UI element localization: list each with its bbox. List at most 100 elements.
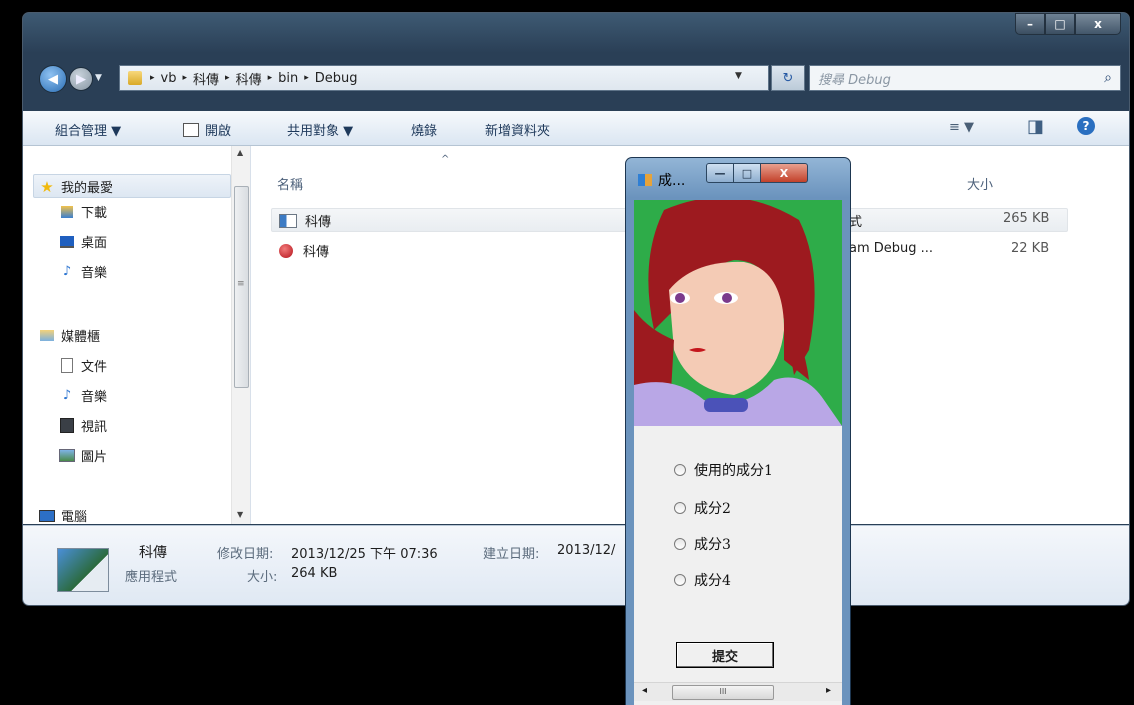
details-file-type: 應用程式 bbox=[125, 570, 178, 585]
navigation-pane: ★ 我的最愛 下載 桌面 ♪ 音樂 媒體櫃 文件 ♪ 音樂 視訊 圖片 電腦 ▲… bbox=[23, 146, 251, 525]
details-pane: 科傳 應用程式 修改日期: 2013/12/25 下午 07:36 建立日期: … bbox=[23, 525, 1129, 605]
form-minimize-button[interactable]: — bbox=[706, 163, 734, 183]
address-dropdown-icon[interactable]: ▼ bbox=[735, 71, 742, 81]
column-header-name[interactable]: 名稱 bbox=[277, 174, 303, 193]
maximize-button[interactable]: □ bbox=[1045, 13, 1075, 35]
explorer-window: – □ x ◀ ▶ ▼ ▸ vb ▸ 科傳 ▸ 科傳 ▸ bin ▸ Debug… bbox=[22, 12, 1130, 606]
debug-database-icon bbox=[279, 243, 293, 258]
radio-button-icon[interactable] bbox=[674, 574, 686, 586]
download-folder-icon bbox=[59, 205, 75, 219]
star-icon: ★ bbox=[40, 177, 54, 196]
file-size: 22 KB bbox=[1011, 241, 1050, 256]
portrait-drawing bbox=[634, 200, 842, 426]
refresh-icon: ↻ bbox=[782, 70, 794, 86]
nav-item-desktop[interactable]: 桌面 bbox=[59, 232, 107, 251]
column-header-size[interactable]: 大小 bbox=[967, 174, 993, 193]
ingredient-option-3[interactable]: 成分3 bbox=[674, 534, 731, 554]
scroll-up-icon[interactable]: ▲ bbox=[237, 148, 243, 157]
portrait-image bbox=[634, 200, 842, 426]
nav-libraries-label: 媒體櫃 bbox=[61, 330, 101, 345]
nav-item-downloads[interactable]: 下載 bbox=[59, 202, 107, 221]
picture-icon bbox=[59, 449, 75, 463]
option-label: 使用的成分1 bbox=[694, 463, 773, 479]
option-label: 成分4 bbox=[694, 573, 731, 589]
open-button[interactable]: 開啟 bbox=[183, 120, 231, 139]
breadcrumb-kechuan-2[interactable]: 科傳 bbox=[236, 69, 262, 88]
forward-button[interactable]: ▶ bbox=[69, 67, 93, 91]
scroll-thumb[interactable]: ≡ bbox=[234, 186, 249, 388]
computer-icon bbox=[39, 509, 55, 523]
form-client-area: 使用的成分1 成分2 成分3 成分4 提交 ◂ III ▸ bbox=[634, 200, 842, 705]
details-file-name: 科傳 bbox=[139, 545, 167, 561]
form-title: 成... bbox=[638, 170, 685, 190]
nav-favorites-label: 我的最愛 bbox=[61, 181, 114, 196]
preview-pane-icon[interactable]: ◨ bbox=[1027, 116, 1044, 137]
help-icon[interactable]: ? bbox=[1077, 117, 1095, 135]
nav-favorites[interactable]: ★ 我的最愛 bbox=[39, 177, 114, 197]
search-icon[interactable]: ⌕ bbox=[1104, 70, 1112, 86]
form-horizontal-scrollbar[interactable]: ◂ III ▸ bbox=[634, 682, 842, 701]
nav-computer[interactable]: 電腦 bbox=[39, 506, 87, 525]
search-input[interactable]: 搜尋 Debug ⌕ bbox=[809, 65, 1121, 91]
radio-button-icon[interactable] bbox=[674, 502, 686, 514]
file-type: am Debug ... bbox=[849, 241, 934, 256]
scroll-left-icon[interactable]: ◂ bbox=[642, 685, 647, 696]
breadcrumb-debug[interactable]: Debug bbox=[315, 71, 358, 86]
breadcrumb-separator: ▸ bbox=[267, 73, 273, 83]
submit-button[interactable]: 提交 bbox=[676, 642, 774, 668]
breadcrumb-separator: ▸ bbox=[182, 73, 188, 83]
form-maximize-button[interactable]: □ bbox=[733, 163, 761, 183]
view-options-icon[interactable]: ≡ ▼ bbox=[949, 120, 974, 135]
video-icon bbox=[59, 418, 75, 433]
ingredient-option-2[interactable]: 成分2 bbox=[674, 498, 731, 518]
file-name-cell[interactable]: 科傳 bbox=[279, 241, 329, 260]
address-bar[interactable]: ▸ vb ▸ 科傳 ▸ 科傳 ▸ bin ▸ Debug bbox=[119, 65, 769, 91]
breadcrumb-bin[interactable]: bin bbox=[278, 71, 298, 86]
organize-button[interactable]: 組合管理 ▼ bbox=[55, 120, 121, 139]
nav-item-pictures[interactable]: 圖片 bbox=[59, 446, 107, 465]
new-folder-button[interactable]: 新增資料夾 bbox=[485, 120, 550, 139]
folder-icon bbox=[128, 71, 142, 85]
nav-item-label: 桌面 bbox=[81, 236, 108, 251]
file-name-cell[interactable]: 科傳 bbox=[279, 211, 331, 230]
nav-item-label: 音樂 bbox=[81, 266, 108, 281]
ingredient-option-4[interactable]: 成分4 bbox=[674, 570, 731, 590]
nav-item-music[interactable]: ♪ 音樂 bbox=[59, 262, 107, 281]
ingredient-option-1[interactable]: 使用的成分1 bbox=[674, 460, 773, 480]
back-arrow-icon: ◀ bbox=[48, 71, 58, 87]
application-icon bbox=[57, 548, 109, 592]
recent-pages-dropdown[interactable]: ▼ bbox=[95, 73, 102, 83]
close-button[interactable]: x bbox=[1075, 13, 1121, 35]
minimize-button[interactable]: – bbox=[1015, 13, 1045, 35]
nav-item-music-lib[interactable]: ♪ 音樂 bbox=[59, 386, 107, 405]
size-label: 大小: bbox=[247, 570, 278, 585]
scroll-down-icon[interactable]: ▼ bbox=[237, 510, 243, 519]
nav-scrollbar[interactable]: ▲ ≡ ▼ bbox=[231, 146, 250, 524]
burn-button[interactable]: 燒錄 bbox=[411, 120, 437, 139]
breadcrumb-kechuan-1[interactable]: 科傳 bbox=[193, 69, 219, 88]
radio-button-icon[interactable] bbox=[674, 538, 686, 550]
modified-value: 2013/12/25 下午 07:36 bbox=[291, 547, 438, 562]
music-icon: ♪ bbox=[62, 388, 72, 403]
form-close-button[interactable]: X bbox=[760, 163, 808, 183]
nav-item-label: 音樂 bbox=[81, 390, 108, 405]
library-icon bbox=[39, 329, 55, 343]
nav-libraries[interactable]: 媒體櫃 bbox=[39, 326, 100, 345]
file-name: 科傳 bbox=[303, 245, 330, 260]
file-size: 265 KB bbox=[1003, 211, 1050, 226]
content-pane: ★ 我的最愛 下載 桌面 ♪ 音樂 媒體櫃 文件 ♪ 音樂 視訊 圖片 電腦 ▲… bbox=[23, 146, 1129, 525]
refresh-button[interactable]: ↻ bbox=[771, 65, 805, 91]
nav-item-documents[interactable]: 文件 bbox=[59, 356, 107, 375]
radio-button-icon[interactable] bbox=[674, 464, 686, 476]
scroll-thumb[interactable]: III bbox=[672, 685, 774, 700]
created-label: 建立日期: bbox=[483, 547, 540, 562]
breadcrumb-vb[interactable]: vb bbox=[161, 71, 177, 86]
created-value: 2013/12/ bbox=[557, 543, 616, 558]
nav-item-videos[interactable]: 視訊 bbox=[59, 416, 107, 435]
open-label: 開啟 bbox=[205, 124, 232, 139]
sort-ascending-icon: ^ bbox=[441, 154, 450, 165]
share-button[interactable]: 共用對象 ▼ bbox=[287, 120, 353, 139]
back-button[interactable]: ◀ bbox=[39, 65, 67, 93]
desktop-icon bbox=[59, 235, 75, 249]
scroll-right-icon[interactable]: ▸ bbox=[826, 685, 831, 696]
